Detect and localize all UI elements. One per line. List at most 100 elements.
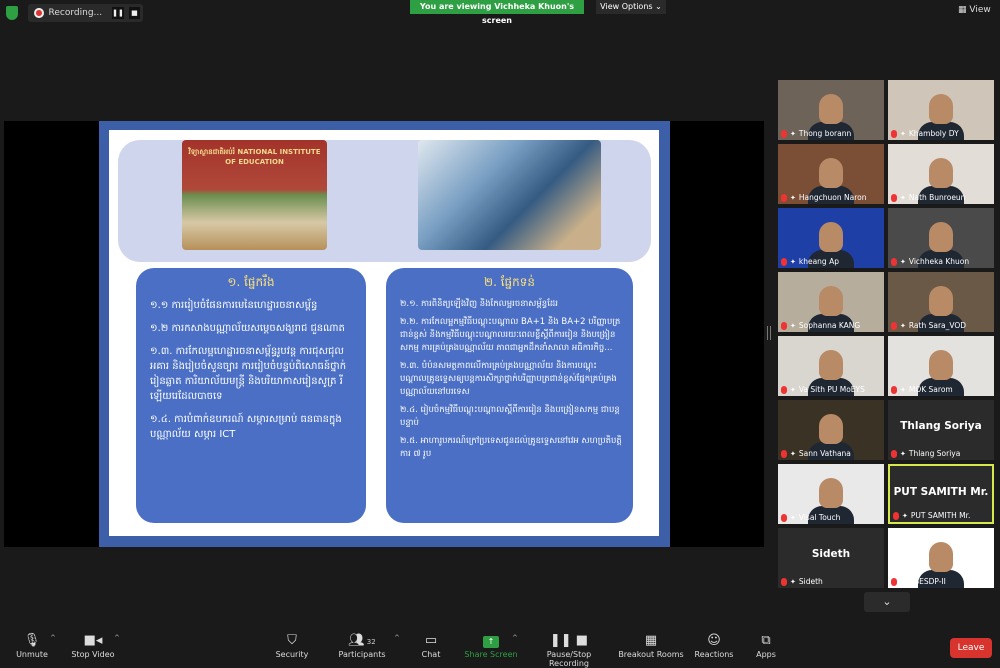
software-item: ២.២. ការកែលម្អកម្មវិធីបណ្ដុះបណ្ដាល BA+1 … xyxy=(400,317,621,353)
pause-stop-icon: ❚❚ ■ xyxy=(549,633,589,648)
stop-video-button[interactable]: ■◂ Stop Video ^ xyxy=(66,632,120,659)
video-options-caret-icon[interactable]: ^ xyxy=(114,634,120,642)
participant-name: PUT SAMITH Mr. xyxy=(910,511,971,520)
record-icon xyxy=(34,8,44,18)
pin-icon: ✦ xyxy=(790,129,796,138)
pause-stop-recording-button[interactable]: ❚❚ ■ Pause/Stop Recording xyxy=(526,632,612,668)
participant-face xyxy=(819,350,843,380)
leave-button[interactable]: Leave xyxy=(950,638,992,658)
participant-label: ✦ kheang Ap xyxy=(781,257,839,266)
share-options-caret-icon[interactable]: ^ xyxy=(512,634,518,642)
chat-button[interactable]: ▭ Chat xyxy=(416,632,446,659)
view-label: View xyxy=(969,5,991,15)
hardware-panel-title: ១. ផ្នែករឹង xyxy=(227,275,275,289)
pin-icon: ✦ xyxy=(900,321,906,330)
participant-name: Sophanna KANG xyxy=(798,321,861,330)
breakout-rooms-button[interactable]: ▦ Breakout Rooms xyxy=(618,632,684,659)
participants-caret-icon[interactable]: ^ xyxy=(394,634,400,642)
participant-label: ✦ USESDP-II xyxy=(891,577,946,586)
participant-tile[interactable]: ✦ Visal Touch xyxy=(778,464,884,524)
muted-mic-icon xyxy=(781,193,787,202)
participant-tile[interactable]: ✦ kheang Ap xyxy=(778,208,884,268)
participant-tile[interactable]: ✦ Khamboly DY xyxy=(888,80,994,140)
participant-name: Hangchuon Naron xyxy=(798,193,867,202)
pin-icon: ✦ xyxy=(790,513,796,522)
participant-tile[interactable]: ✦ Hangchuon Naron xyxy=(778,144,884,204)
pin-icon: ✦ xyxy=(790,193,796,202)
participant-tile[interactable]: ✦ Sophanna KANG xyxy=(778,272,884,332)
participant-tile[interactable]: ✦ Thong borann xyxy=(778,80,884,140)
software-item: ២.៥. អាហារូបករណ៍ក្រៅប្រទេសជូនដល់គ្រូឧទ្ទ… xyxy=(400,436,622,459)
view-button[interactable]: ▦ View xyxy=(958,5,991,15)
participant-label: ✦ Thong borann xyxy=(781,129,851,138)
participant-tile[interactable]: ✦ Vichheka Khuon xyxy=(888,208,994,268)
participant-tile[interactable]: ✦ Va Sith PU MoEYS xyxy=(778,336,884,396)
participant-label: ✦ Nath Bunroeun xyxy=(891,193,965,202)
participants-count: 32 xyxy=(366,638,376,646)
chevron-down-icon: ⌄ xyxy=(882,595,892,608)
participant-name: USESDP-II xyxy=(908,577,946,586)
software-item: ២.៤. រៀបចំកម្មវិធីបណ្ដុះបណ្ដាលស្ដីពីការរ… xyxy=(400,405,620,428)
hardware-item: ១.៤. ការបំពាក់ឧបករណ៍ សម្ភារសម្រាប់ ធនធាន… xyxy=(150,414,342,440)
participants-icon: 👥︎ xyxy=(348,633,365,648)
participant-face xyxy=(929,286,953,316)
participant-label: ✦ Va Sith PU MoEYS xyxy=(781,385,865,394)
participant-name: Nath Bunroeun xyxy=(908,193,966,202)
muted-mic-icon xyxy=(891,577,897,586)
participant-face xyxy=(929,94,953,124)
participant-tile[interactable]: Sideth ✦ Sideth xyxy=(778,528,884,588)
pin-icon: ✦ xyxy=(900,193,906,202)
pin-icon: ✦ xyxy=(790,257,796,266)
unmute-label: Unmute xyxy=(16,650,48,659)
participant-face xyxy=(929,350,953,380)
chat-bubble-icon: ▭ xyxy=(424,633,438,648)
muted-mic-icon xyxy=(891,385,897,394)
unmute-button[interactable]: 🎙︎ Unmute ^ xyxy=(10,632,56,659)
muted-mic-icon xyxy=(781,449,787,458)
security-button[interactable]: ⛉ Security xyxy=(272,632,312,659)
stop-video-label: Stop Video xyxy=(71,650,115,659)
panel-resize-handle[interactable] xyxy=(767,326,771,340)
software-item: ២.១. ការពិនិត្យឡើងវិញ និងកែលម្អរចនាសម្ព័… xyxy=(400,299,558,309)
participant-face xyxy=(819,158,843,188)
pin-icon: ✦ xyxy=(790,449,796,458)
participants-label: Participants xyxy=(338,650,386,659)
muted-mic-icon xyxy=(891,257,897,266)
share-screen-button[interactable]: ↑ Share Screen ^ xyxy=(464,632,518,659)
participants-button[interactable]: 👥︎ 32 Participants ^ xyxy=(336,632,400,659)
software-panel-title: ២. ផ្នែកទន់ xyxy=(484,275,535,289)
participant-tile[interactable]: ✦ Nath Bunroeun xyxy=(888,144,994,204)
apps-icon: ⧉ xyxy=(761,633,771,648)
participant-name: Va Sith PU MoEYS xyxy=(798,385,865,394)
recording-label: Recording... xyxy=(48,8,103,18)
audio-options-caret-icon[interactable]: ^ xyxy=(50,634,56,642)
participant-label: ✦ Sophanna KANG xyxy=(781,321,860,330)
participant-tile[interactable]: PUT SAMITH Mr. ✦ PUT SAMITH Mr. xyxy=(888,464,994,524)
stop-recording-icon[interactable]: ■ xyxy=(128,7,140,19)
view-options-button[interactable]: View Options ⌄ xyxy=(596,0,666,14)
participant-tile[interactable]: ✦ MOK Sarom xyxy=(888,336,994,396)
participant-label: ✦ Vichheka Khuon xyxy=(891,257,969,266)
participant-name: Rath Sara_VOD xyxy=(908,321,967,330)
participant-tile[interactable]: Thlang Soriya ✦ Thlang Soriya xyxy=(888,400,994,460)
participant-label: ✦ Sideth xyxy=(781,577,823,586)
pause-recording-icon[interactable]: ❚❚ xyxy=(112,7,124,19)
reactions-label: Reactions xyxy=(694,650,734,659)
participant-face xyxy=(819,478,843,508)
participant-tile[interactable]: ✦ Rath Sara_VOD xyxy=(888,272,994,332)
breakout-rooms-label: Breakout Rooms xyxy=(618,650,684,659)
participant-label: ✦ Thlang Soriya xyxy=(891,449,960,458)
apps-button[interactable]: ⧉ Apps xyxy=(752,632,780,659)
muted-mic-icon xyxy=(781,129,787,138)
participant-label: ✦ Sann Vathana xyxy=(781,449,851,458)
participant-display-name: Thlang Soriya xyxy=(900,420,982,432)
participant-tile[interactable]: ✦ Sann Vathana xyxy=(778,400,884,460)
participant-display-name: Sideth xyxy=(811,548,851,560)
gallery-next-page-button[interactable]: ⌄ xyxy=(864,592,910,612)
security-shield-icon[interactable] xyxy=(6,6,18,20)
participant-label: ✦ Hangchuon Naron xyxy=(781,193,866,202)
reactions-button[interactable]: ☺ Reactions xyxy=(692,632,736,659)
participant-tile[interactable]: ✦ USESDP-II xyxy=(888,528,994,588)
muted-mic-icon xyxy=(781,257,787,266)
pin-icon: ✦ xyxy=(790,577,796,586)
